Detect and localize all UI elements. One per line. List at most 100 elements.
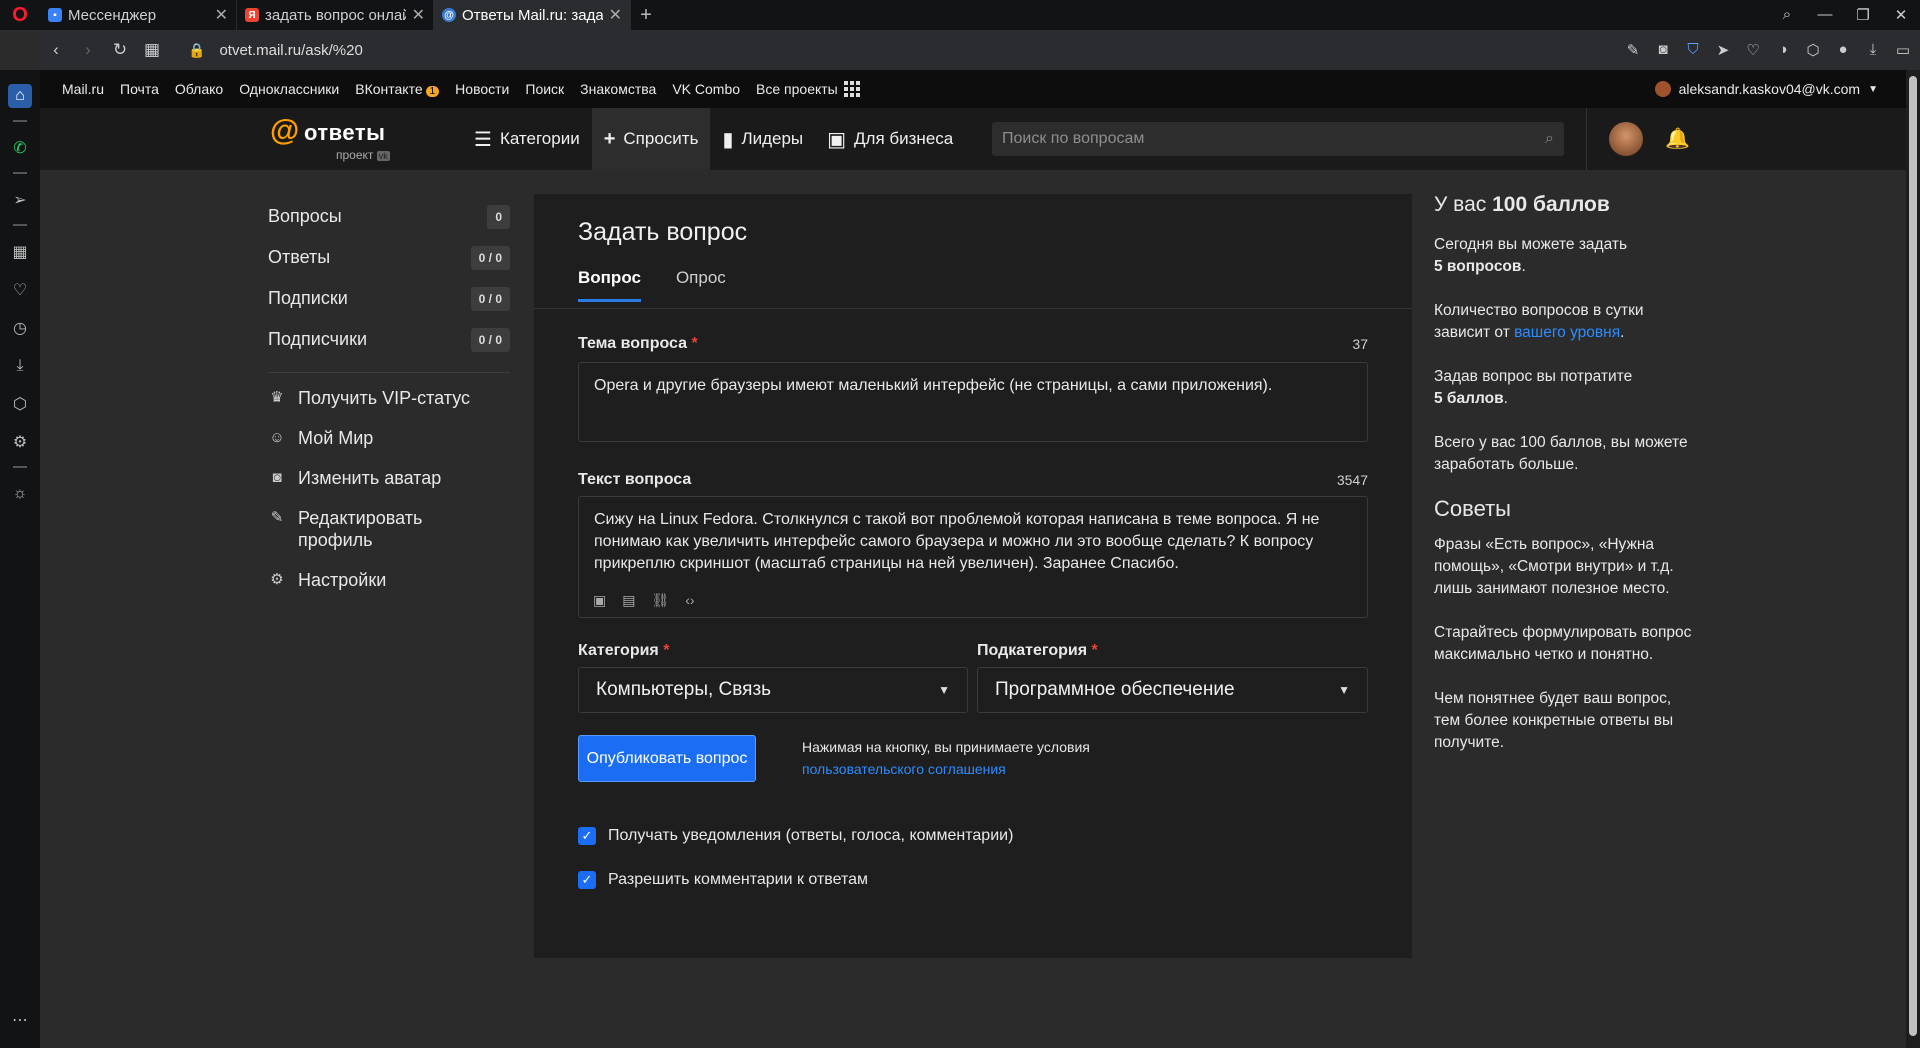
- avatar[interactable]: [1609, 122, 1643, 156]
- send-icon[interactable]: ➢: [8, 188, 32, 212]
- portal-link-oblako[interactable]: Облако: [175, 81, 223, 97]
- video-icon[interactable]: ▤: [622, 589, 635, 611]
- nav-label: Категории: [499, 129, 580, 148]
- level-link[interactable]: вашего уровня: [1514, 324, 1620, 341]
- subcategory-select[interactable]: Программное обеспечение ▼: [977, 667, 1368, 713]
- download-icon[interactable]: ⤓: [1864, 41, 1882, 59]
- bulb-icon[interactable]: ☼: [8, 482, 32, 506]
- portal-link-news[interactable]: Новости: [455, 81, 509, 97]
- logo-sub: проект vk: [336, 148, 390, 162]
- download-icon[interactable]: ⤓: [8, 354, 32, 378]
- portal-link-pochta[interactable]: Почта: [120, 81, 159, 97]
- menu-label: Подписки: [268, 288, 348, 308]
- logo-sub-text: проект: [336, 148, 374, 162]
- cube-icon[interactable]: ⬡: [8, 392, 32, 416]
- tab-question[interactable]: Вопрос: [578, 268, 641, 302]
- question-text-field[interactable]: Сижу на Linux Fedora. Столкнулся с такой…: [578, 496, 1368, 618]
- close-icon[interactable]: ✕: [609, 5, 622, 25]
- cube-icon[interactable]: ⬡: [1804, 41, 1822, 59]
- menu-subscriptions[interactable]: Подписки 0 / 0: [268, 278, 510, 319]
- home-icon[interactable]: ⌂: [8, 84, 32, 108]
- search-icon[interactable]: ⌕: [1545, 130, 1554, 148]
- checkbox-checked-icon[interactable]: ✓: [578, 871, 596, 889]
- portal-link-dating[interactable]: Знакомства: [580, 81, 656, 97]
- menu-answers[interactable]: Ответы 0 / 0: [268, 237, 510, 278]
- gear-icon[interactable]: ⚙: [8, 430, 32, 454]
- send-icon[interactable]: ➤: [1714, 41, 1732, 59]
- restore-icon[interactable]: ❐: [1844, 6, 1882, 24]
- lock-icon[interactable]: 🔒: [188, 42, 205, 59]
- portal-link-search[interactable]: Поиск: [525, 81, 564, 97]
- category-select[interactable]: Компьютеры, Связь ▼: [578, 667, 968, 713]
- bell-icon[interactable]: 🔔: [1665, 126, 1690, 151]
- portal-link-vkcombo[interactable]: VK Combo: [672, 81, 740, 97]
- menu-vip[interactable]: ♛ Получить VIP-статус: [268, 387, 510, 409]
- back-arrow-icon[interactable]: ‹: [40, 40, 72, 60]
- points-info: У вас 100 баллов Сегодня вы можете задат…: [1434, 194, 1694, 776]
- whatsapp-icon[interactable]: ✆: [8, 136, 32, 160]
- notify-checkbox-row[interactable]: ✓ Получать уведомления (ответы, голоса, …: [578, 827, 1013, 845]
- menu-label: Получить VIP-статус: [298, 388, 471, 408]
- history-icon[interactable]: ◷: [8, 316, 32, 340]
- portal-link-vk[interactable]: ВКонтакте 1: [355, 81, 440, 97]
- forward-arrow-icon[interactable]: ›: [72, 40, 104, 60]
- search-input[interactable]: Поиск по вопросам ⌕: [992, 122, 1564, 156]
- heart-icon[interactable]: ♡: [1744, 41, 1762, 59]
- browser-tab-otvety[interactable]: @ Ответы Mail.ru: зада ✕: [434, 0, 631, 30]
- battery-icon[interactable]: ▭: [1894, 41, 1912, 59]
- extension-icon[interactable]: ◑: [1774, 41, 1792, 59]
- window-close-icon[interactable]: ✕: [1882, 6, 1920, 24]
- code-icon[interactable]: ‹›: [685, 589, 694, 611]
- nav-categories[interactable]: ☰ Категории: [462, 108, 592, 170]
- profile-icon[interactable]: ●: [1834, 41, 1852, 59]
- close-icon[interactable]: ✕: [412, 5, 425, 25]
- search-tabs-icon[interactable]: ⌕: [1768, 6, 1806, 24]
- nav-business[interactable]: ▣ Для бизнеса: [815, 108, 965, 170]
- portal-link-mailru[interactable]: Mail.ru: [62, 81, 104, 97]
- edit-icon[interactable]: ✎: [1624, 41, 1642, 59]
- minimize-icon[interactable]: —: [1806, 6, 1844, 24]
- reload-icon[interactable]: ↻: [104, 40, 136, 60]
- checkbox-checked-icon[interactable]: ✓: [578, 827, 596, 845]
- portal-all-projects[interactable]: Все проекты: [756, 81, 860, 97]
- notify-label: Получать уведомления (ответы, голоса, ко…: [608, 827, 1014, 844]
- nav-label: Для бизнеса: [854, 129, 954, 148]
- tab-poll[interactable]: Опрос: [676, 268, 726, 302]
- link-icon[interactable]: ⛓: [651, 589, 669, 611]
- category-value: Компьютеры, Связь: [596, 679, 772, 700]
- publish-button[interactable]: Опубликовать вопрос: [578, 735, 756, 782]
- heart-icon[interactable]: ♡: [8, 278, 32, 302]
- scrollbar-thumb[interactable]: [1909, 76, 1917, 1036]
- nav-ask[interactable]: + Спросить: [591, 108, 711, 170]
- cost-note: Задав вопрос вы потратите 5 баллов.: [1434, 368, 1633, 407]
- portal-link-ok[interactable]: Одноклассники: [239, 81, 339, 97]
- more-icon[interactable]: ⋯: [8, 1008, 32, 1032]
- page-scrollbar[interactable]: [1906, 70, 1920, 1048]
- close-icon[interactable]: ✕: [215, 5, 228, 25]
- total-note: Всего у вас 100 баллов, вы можете зарабо…: [1434, 434, 1688, 473]
- nav-leaders[interactable]: ▮ Лидеры: [710, 108, 815, 170]
- speed-dial-icon[interactable]: ▦: [8, 240, 32, 264]
- comments-checkbox-row[interactable]: ✓ Разрешить комментарии к ответам: [578, 871, 868, 889]
- menu-change-avatar[interactable]: ◙ Изменить аватар: [268, 467, 510, 489]
- terms-link[interactable]: пользовательского соглашения: [802, 761, 1006, 777]
- new-tab-plus-icon[interactable]: +: [631, 4, 661, 27]
- image-icon[interactable]: ▣: [593, 589, 606, 611]
- subject-field[interactable]: Opera и другие браузеры имеют маленький …: [578, 362, 1368, 442]
- tip-1: Фразы «Есть вопрос», «Нужна помощь», «См…: [1434, 536, 1674, 597]
- browser-tab-messenger[interactable]: ▪ Мессенджер ✕: [40, 0, 237, 30]
- camera-icon[interactable]: ◙: [1654, 41, 1672, 59]
- tip-2: Старайтесь формулировать вопрос максимал…: [1434, 624, 1692, 663]
- menu-settings[interactable]: ⚙ Настройки: [268, 569, 510, 591]
- menu-questions[interactable]: Вопросы 0: [268, 196, 510, 237]
- menu-edit-profile[interactable]: ✎ Редактировать профиль: [268, 507, 510, 551]
- portal-user-menu[interactable]: aleksandr.kaskov04@vk.com ▼: [1654, 81, 1878, 97]
- camera-icon: ◙: [272, 469, 282, 486]
- url-field[interactable]: otvet.mail.ru/ask/%20: [219, 42, 362, 59]
- tabs-grid-icon[interactable]: ▦: [136, 40, 168, 60]
- menu-moimir[interactable]: ☺ Мой Мир: [268, 427, 510, 449]
- shield-icon[interactable]: ⛉: [1684, 41, 1702, 59]
- opera-logo-icon[interactable]: O: [0, 0, 40, 30]
- browser-tab-yandex[interactable]: Я задать вопрос онлай ✕: [237, 0, 434, 30]
- menu-subscribers[interactable]: Подписчики 0 / 0: [268, 319, 510, 360]
